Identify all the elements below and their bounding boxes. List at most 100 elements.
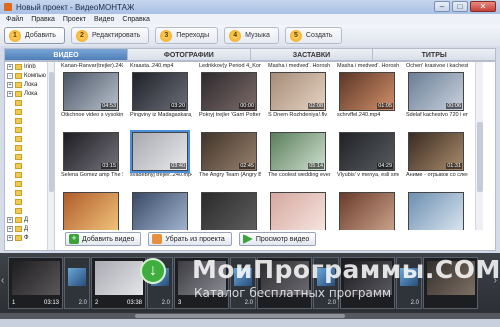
- folder-icon: [15, 99, 22, 106]
- video-thumbnail[interactable]: 04:53: [63, 72, 119, 111]
- expand-icon[interactable]: +: [7, 234, 13, 241]
- timeline-clip[interactable]: [423, 257, 478, 309]
- video-thumbnail-item[interactable]: 02:08 S Dnem Rozhdeniya!.flv: [268, 72, 330, 119]
- video-thumbnail[interactable]: [132, 192, 188, 230]
- menu-project[interactable]: Проект: [63, 16, 86, 23]
- video-thumbnail[interactable]: 02:45: [201, 132, 257, 171]
- video-thumbnail[interactable]: 03:40: [130, 130, 190, 173]
- collapse-icon[interactable]: -: [7, 72, 13, 79]
- video-thumbnail[interactable]: [339, 192, 395, 230]
- video-thumbnail[interactable]: 03:20: [132, 72, 188, 111]
- video-thumbnail[interactable]: 01:31: [408, 132, 464, 171]
- video-thumbnail[interactable]: [201, 192, 257, 230]
- expand-icon[interactable]: +: [7, 225, 13, 232]
- video-thumbnail-item[interactable]: 04:53 Otkchnoe video s vysokim ...: [61, 72, 123, 119]
- video-thumbnail[interactable]: 02:08: [270, 72, 326, 111]
- menu-file[interactable]: Файл: [6, 16, 23, 23]
- menu-edit[interactable]: Правка: [31, 16, 55, 23]
- video-thumbnail-item[interactable]: 02:45 The Angry Team (Angry Bi...: [199, 132, 261, 179]
- chevron-right-icon[interactable]: ›: [494, 275, 497, 286]
- video-thumbnail-item[interactable]: 05:14 The coolest wedding ever ...: [268, 132, 330, 179]
- video-title: Pingviny iz Madagaskara_...: [130, 112, 192, 118]
- video-duration: 05:14: [308, 163, 324, 169]
- minimize-button[interactable]: –: [434, 1, 450, 12]
- chevron-left-icon[interactable]: ‹: [1, 275, 4, 286]
- tree-scroll-thumb[interactable]: [49, 72, 54, 192]
- video-thumbnail[interactable]: 05:14: [270, 132, 326, 171]
- tab-video[interactable]: ВИДЕО: [4, 48, 128, 61]
- video-thumbnail[interactable]: 00:00: [201, 72, 257, 111]
- video-thumbnail-item[interactable]: 03:15 Selena Gomez amp The Sc...: [61, 132, 123, 179]
- video-thumbnail-item[interactable]: 00:00 Pokryj trejler 'Garri Pottera...: [199, 72, 261, 119]
- tree-scrollbar[interactable]: [47, 62, 54, 250]
- video-thumbnail-item[interactable]: 04:29 Vlyubis' v menya, esli smo...: [337, 132, 399, 179]
- step-label: Добавить: [25, 32, 56, 39]
- video-thumbnail-item[interactable]: [268, 192, 330, 230]
- expand-icon[interactable]: +: [7, 81, 13, 88]
- timeline-clip[interactable]: 3: [174, 257, 229, 309]
- video-thumbnail-item[interactable]: [337, 192, 399, 230]
- step-add[interactable]: 1 Добавить: [4, 27, 65, 44]
- video-title: Kraasta..240.mp4: [130, 63, 174, 69]
- transition-slot[interactable]: 2.0: [230, 257, 256, 309]
- video-duration: 04:29: [377, 163, 393, 169]
- tree-item-label: Лока: [24, 81, 38, 88]
- transition-slot[interactable]: 2.0: [396, 257, 422, 309]
- grid-scroll-thumb[interactable]: [477, 122, 483, 192]
- video-thumbnail[interactable]: 01:05: [339, 72, 395, 111]
- preview-video-button[interactable]: Просмотр видео: [238, 232, 317, 246]
- video-thumbnail-item[interactable]: 03:40 svadebnyj trejler..240.mp4: [130, 130, 192, 179]
- video-thumbnail-item[interactable]: 00:06 Sdelaf kachestvo 720 i ena...: [406, 72, 468, 119]
- close-button[interactable]: ✕: [470, 1, 496, 12]
- video-duration: 03:40: [170, 163, 186, 169]
- video-title: Аниме - отрывок со слени...: [406, 172, 468, 178]
- content-panel: + Irinb - Компью + Лока + Лока + Д + Д + Ф Kanan-Ranv…: [4, 61, 496, 251]
- step-edit[interactable]: 2 Редактировать: [70, 27, 150, 44]
- menu-help[interactable]: Справка: [122, 16, 149, 23]
- timeline-clip[interactable]: 2 03:38: [91, 257, 146, 309]
- grid-scrollbar[interactable]: [475, 62, 483, 230]
- timeline-clip[interactable]: [257, 257, 312, 309]
- transition-icon: [400, 268, 418, 286]
- step-music[interactable]: 4 Музыка: [224, 27, 279, 44]
- video-thumbnail[interactable]: 00:06: [408, 72, 464, 111]
- tab-photos[interactable]: ФОТОГРАФИИ: [128, 48, 251, 61]
- expand-icon[interactable]: +: [7, 90, 13, 97]
- video-thumbnail[interactable]: 04:29: [339, 132, 395, 171]
- folder-icon: [15, 63, 22, 70]
- timeline-scroll-thumb[interactable]: [135, 314, 345, 318]
- video-thumbnail[interactable]: [408, 192, 464, 230]
- maximize-button[interactable]: □: [452, 1, 468, 12]
- add-video-button[interactable]: + Добавить видео: [65, 232, 142, 246]
- video-thumbnail-item[interactable]: 01:05 schrvffel.240.mp4: [337, 72, 399, 119]
- step-create[interactable]: 5 Создать: [284, 27, 342, 44]
- video-thumbnail-item[interactable]: 03:20 Pingviny iz Madagaskara_...: [130, 72, 192, 119]
- video-caption-top: Kanan-Ranvar(trejler).240...: [61, 62, 123, 70]
- video-title: The Angry Team (Angry Bi...: [199, 172, 261, 178]
- step-transitions[interactable]: 3 Переходы: [155, 27, 219, 44]
- timeline-clip[interactable]: [340, 257, 395, 309]
- video-thumbnail-item[interactable]: [61, 192, 123, 230]
- menu-video[interactable]: Видео: [94, 16, 114, 23]
- tab-titles[interactable]: ТИТРЫ: [373, 48, 497, 61]
- transition-slot[interactable]: 2.0: [64, 257, 90, 309]
- expand-icon[interactable]: +: [7, 63, 13, 70]
- remove-from-project-button[interactable]: Убрать из проекта: [148, 232, 232, 246]
- clip-preview: [427, 261, 475, 295]
- expand-icon[interactable]: +: [7, 216, 13, 223]
- video-thumbnail-item[interactable]: [130, 192, 192, 230]
- timeline-clip[interactable]: 1 03:13: [8, 257, 63, 309]
- video-thumbnail-item[interactable]: 01:31 Аниме - отрывок со слени...: [406, 132, 468, 179]
- transition-duration: 2.0: [78, 300, 87, 306]
- video-thumbnail[interactable]: [270, 192, 326, 230]
- clip-preview: [95, 261, 143, 295]
- folder-icon: [15, 234, 22, 241]
- video-thumbnail-item[interactable]: [406, 192, 468, 230]
- folder-icon: [15, 90, 22, 97]
- video-thumbnail[interactable]: 03:15: [63, 132, 119, 171]
- tab-intros[interactable]: ЗАСТАВКИ: [250, 48, 374, 61]
- video-thumbnail[interactable]: [63, 192, 119, 230]
- transition-slot[interactable]: 2.0: [313, 257, 339, 309]
- video-duration: 03:15: [101, 163, 117, 169]
- video-thumbnail-item[interactable]: [199, 192, 261, 230]
